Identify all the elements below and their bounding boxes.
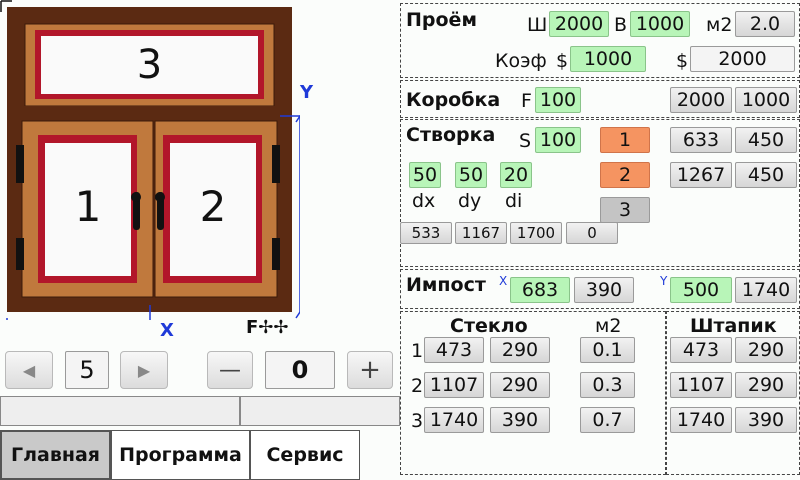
glass-row-index: 2	[411, 375, 424, 397]
opening-title: Проём	[406, 9, 477, 31]
glass-2-area: 0.3	[580, 372, 635, 398]
f-label: F✢✢	[246, 317, 289, 338]
right-counter[interactable]: 0	[265, 351, 335, 389]
tab-program[interactable]: Программа	[111, 430, 250, 480]
glass-2-height: 290	[490, 372, 550, 398]
glass-1-height: 290	[490, 337, 550, 363]
glass-title: Стекло	[450, 315, 528, 337]
plus-button[interactable]: +	[347, 351, 393, 389]
status-bar-right	[240, 396, 400, 426]
pane-number-3: 3	[136, 42, 163, 88]
sash-title: Створка	[406, 124, 496, 146]
frame-height-value: 1000	[735, 87, 797, 113]
area-label: м2	[706, 14, 733, 36]
di-field[interactable]: 20	[500, 162, 532, 188]
sash-offset-4: 0	[566, 222, 618, 244]
di-label: di	[505, 190, 523, 212]
window-preview[interactable]: 3 1 2 Y	[0, 0, 313, 340]
coef-field[interactable]: 1000	[570, 46, 646, 72]
impost-y-field[interactable]: 500	[670, 277, 732, 303]
bead-title: Штапик	[690, 315, 777, 337]
sash-s-label: S	[519, 130, 532, 152]
glass-3-height: 390	[490, 407, 550, 433]
sash-offset-2: 1167	[455, 222, 507, 244]
dy-label: dy	[458, 190, 482, 212]
dx-field[interactable]: 50	[409, 162, 441, 188]
glass-row-index: 1	[411, 340, 424, 362]
impost-x-label: X	[499, 274, 508, 288]
sash-select-3[interactable]: 3	[600, 197, 650, 223]
opening-area-value: 2.0	[735, 11, 795, 37]
next-button[interactable]: ▶	[120, 351, 168, 389]
status-bar-left	[0, 396, 240, 426]
minus-icon: —	[219, 357, 241, 383]
width-label: Ш	[527, 14, 548, 36]
sash-offset-1: 533	[400, 222, 452, 244]
sash-1-height: 450	[735, 127, 797, 153]
sash-select-2[interactable]: 2	[600, 162, 650, 188]
bead-1-width: 473	[670, 337, 732, 363]
currency-label-1: $	[556, 50, 569, 72]
sash-2-width: 1267	[670, 162, 732, 188]
sash-2-height: 450	[735, 162, 797, 188]
arrow-left-icon: ◀	[22, 360, 36, 380]
prev-button[interactable]: ◀	[5, 351, 53, 389]
pane-number-2: 2	[199, 182, 227, 231]
height-label: В	[614, 14, 628, 36]
pane-number-1: 1	[74, 182, 102, 231]
bead-1-height: 290	[735, 337, 797, 363]
coef-label: Коэф	[495, 50, 547, 72]
bead-2-height: 290	[735, 372, 797, 398]
arrow-right-icon: ▶	[137, 360, 151, 380]
opening-width-field[interactable]: 2000	[549, 11, 609, 37]
dy-field[interactable]: 50	[455, 162, 487, 188]
tab-main[interactable]: Главная	[0, 430, 111, 480]
currency-label-2: $	[676, 50, 689, 72]
glass-row-index: 3	[411, 410, 424, 432]
opening-height-field[interactable]: 1000	[630, 11, 690, 37]
glass-3-area: 0.7	[580, 407, 635, 433]
glass-3-width: 1740	[424, 407, 484, 433]
left-counter[interactable]: 5	[65, 351, 109, 389]
glass-1-width: 473	[424, 337, 484, 363]
dimension-y-label: Y	[300, 82, 314, 103]
bead-2-width: 1107	[670, 372, 732, 398]
frame-title: Коробка	[406, 89, 501, 111]
sash-1-width: 633	[670, 127, 732, 153]
sash-offset-3: 1700	[510, 222, 562, 244]
impost-y-length: 1740	[735, 277, 797, 303]
impost-x-field[interactable]: 683	[510, 277, 570, 303]
impost-y-label: Y	[660, 274, 668, 288]
tab-service[interactable]: Сервис	[250, 430, 360, 480]
frame-f-label: F	[521, 90, 532, 112]
plus-icon: +	[359, 355, 381, 385]
frame-width-value: 2000	[670, 87, 732, 113]
dimension-x-label: X	[160, 320, 174, 341]
cross-icon: ✢✢	[258, 317, 289, 338]
price-value: 2000	[690, 46, 795, 72]
frame-profile-field[interactable]: 100	[535, 87, 581, 113]
glass-area-title: м2	[595, 315, 622, 337]
glass-1-area: 0.1	[580, 337, 635, 363]
sash-select-1[interactable]: 1	[600, 127, 650, 153]
glass-2-width: 1107	[424, 372, 484, 398]
impost-x-length: 390	[574, 277, 634, 303]
sash-profile-field[interactable]: 100	[535, 127, 581, 153]
bead-3-height: 390	[735, 407, 797, 433]
minus-button[interactable]: —	[207, 351, 253, 389]
impost-title: Импост	[406, 274, 486, 296]
dx-label: dx	[412, 190, 436, 212]
bead-3-width: 1740	[670, 407, 732, 433]
